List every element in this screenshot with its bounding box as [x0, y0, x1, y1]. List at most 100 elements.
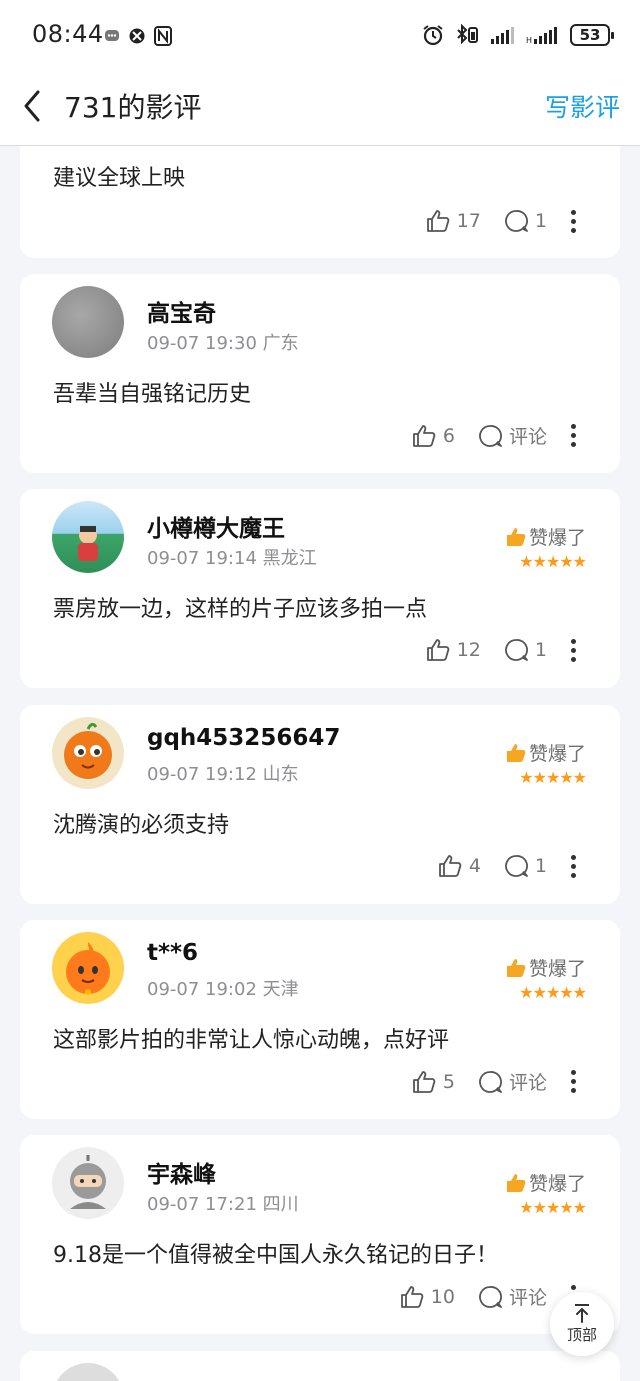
review-content: 这部影片拍的非常让人惊心动魄，点好评: [53, 1028, 450, 1053]
review-actions: 17 1: [425, 208, 576, 234]
comment-button[interactable]: 评论: [477, 422, 547, 449]
thumbs-up-icon: [438, 855, 462, 877]
thumbs-up-filled-icon: [506, 958, 526, 977]
like-button[interactable]: 6: [411, 423, 455, 449]
comment-bubble-icon: [505, 855, 528, 877]
star-rating: ★★★★★: [519, 768, 587, 787]
more-options-icon[interactable]: [571, 209, 576, 233]
username[interactable]: 宇森峰: [147, 1155, 216, 1189]
review-card: t**6 09-07 19:02 天津 赞爆了 ★★★★★ 这部影片拍的非常让人…: [20, 920, 620, 1119]
review-meta: 09-07 17:21 四川: [147, 1194, 299, 1215]
like-count: 5: [442, 1070, 455, 1093]
comment-bubble-icon: [505, 210, 528, 232]
more-options-icon[interactable]: [571, 638, 576, 662]
status-bar: 08:44 H 53: [0, 0, 640, 72]
nfc-icon: [154, 26, 172, 46]
comment-count: 1: [534, 210, 547, 232]
like-button[interactable]: 17: [425, 208, 481, 234]
svg-text:H: H: [526, 36, 532, 45]
like-count: 17: [456, 210, 481, 232]
status-time: 08:44: [32, 20, 104, 48]
username[interactable]: t**6: [147, 940, 198, 966]
review-actions: 6 评论: [411, 422, 576, 449]
star-rating: ★★★★★: [519, 983, 587, 1002]
thumbs-up-filled-icon: [506, 1173, 526, 1192]
alarm-icon: [423, 25, 443, 46]
like-button[interactable]: 10: [399, 1284, 455, 1310]
thumbs-up-icon: [426, 639, 450, 661]
review-meta: 09-07 19:02 天津: [147, 979, 299, 1000]
message-icon: [105, 30, 119, 41]
avatar[interactable]: [52, 717, 124, 789]
like-count: 6: [442, 424, 455, 447]
avatar[interactable]: [52, 501, 124, 573]
comment-button[interactable]: 1: [503, 637, 547, 663]
like-count: 4: [468, 855, 481, 877]
like-button[interactable]: 12: [425, 637, 481, 663]
review-card: 小樽樽大魔王 09-07 19:14 黑龙江 赞爆了 ★★★★★ 票房放一边，这…: [20, 489, 620, 688]
like-button[interactable]: 5: [411, 1069, 455, 1095]
thumbs-up-filled-icon: [506, 527, 526, 546]
like-count: 10: [430, 1285, 455, 1308]
comment-bubble-icon: [479, 424, 502, 447]
avatar[interactable]: [52, 286, 124, 358]
more-options-icon[interactable]: [571, 424, 576, 447]
rating-label: 赞爆了: [528, 1173, 586, 1195]
comment-button[interactable]: 评论: [477, 1283, 547, 1310]
like-button[interactable]: 4: [437, 853, 481, 879]
rating-label: 赞爆了: [528, 527, 586, 549]
thumbs-up-icon: [400, 1285, 424, 1308]
review-actions: 12 1: [425, 637, 576, 663]
avatar[interactable]: [52, 1147, 124, 1219]
username[interactable]: 小樽樽大魔王: [147, 509, 285, 543]
comment-button[interactable]: 1: [503, 208, 547, 234]
arrow-up-icon: [575, 1304, 589, 1323]
comment-bubble-icon: [479, 1070, 502, 1093]
more-options-icon[interactable]: [571, 854, 576, 878]
username[interactable]: 高宝奇: [147, 294, 216, 328]
rating-label: 赞爆了: [528, 958, 586, 980]
comment-count: 评论: [508, 1287, 547, 1309]
comment-count: 评论: [508, 1072, 547, 1094]
back-arrow-icon[interactable]: [18, 86, 48, 126]
comment-bubble-icon: [479, 1285, 502, 1308]
rating-badge: 赞爆了 ★★★★★: [505, 954, 587, 1002]
rating-badge: 赞爆了 ★★★★★: [505, 739, 587, 787]
more-options-icon[interactable]: [571, 1070, 576, 1093]
battery-indicator: 53: [570, 24, 614, 46]
signal-icon-2: H: [526, 27, 557, 45]
review-card: gqh453256647 09-07 19:12 山东 赞爆了 ★★★★★ 沈腾…: [20, 705, 620, 904]
review-card: 建议全球上映 17 1: [20, 146, 620, 258]
write-review-button[interactable]: 写影评: [545, 88, 620, 124]
comment-button[interactable]: 1: [503, 853, 547, 879]
status-notification-icons: [104, 26, 172, 46]
username[interactable]: gqh453256647: [147, 725, 340, 751]
review-meta: 09-07 19:14 黑龙江: [147, 548, 317, 569]
signal-icon-1: [491, 27, 514, 44]
comment-count: 1: [534, 855, 547, 877]
review-content: 建议全球上映: [53, 166, 186, 191]
status-system-icons: H 53: [422, 24, 614, 46]
rating-label: 赞爆了: [528, 743, 586, 765]
back-to-top-button[interactable]: 顶部: [550, 1292, 614, 1356]
review-content: 吾辈当自强铭记历史: [53, 382, 252, 407]
comment-count: 评论: [508, 426, 547, 448]
avatar[interactable]: [52, 932, 124, 1004]
review-content: 票房放一边，这样的片子应该多拍一点: [53, 597, 428, 622]
review-meta: 09-07 19:30 广东: [147, 333, 299, 354]
thumbs-up-icon: [426, 210, 450, 232]
avatar[interactable]: [52, 1363, 124, 1381]
review-actions: 4 1: [437, 853, 576, 879]
app-notification-icon: [129, 28, 145, 44]
review-card: 高宝奇 09-07 19:30 广东 吾辈当自强铭记历史 6 评论: [20, 274, 620, 473]
back-to-top-label: 顶部: [566, 1326, 597, 1344]
comment-button[interactable]: 评论: [477, 1068, 547, 1095]
like-count: 12: [456, 639, 481, 661]
review-actions: 5 评论: [411, 1068, 576, 1095]
review-actions: 10 评论: [399, 1283, 576, 1310]
rating-badge: 赞爆了 ★★★★★: [505, 1169, 587, 1217]
rating-badge: 赞爆了 ★★★★★: [505, 523, 587, 571]
thumbs-up-icon: [412, 1070, 436, 1093]
review-content: 沈腾演的必须支持: [53, 813, 230, 838]
review-card: 宇森峰 09-07 17:21 四川 赞爆了 ★★★★★ 9.18是一个值得被全…: [20, 1135, 620, 1334]
